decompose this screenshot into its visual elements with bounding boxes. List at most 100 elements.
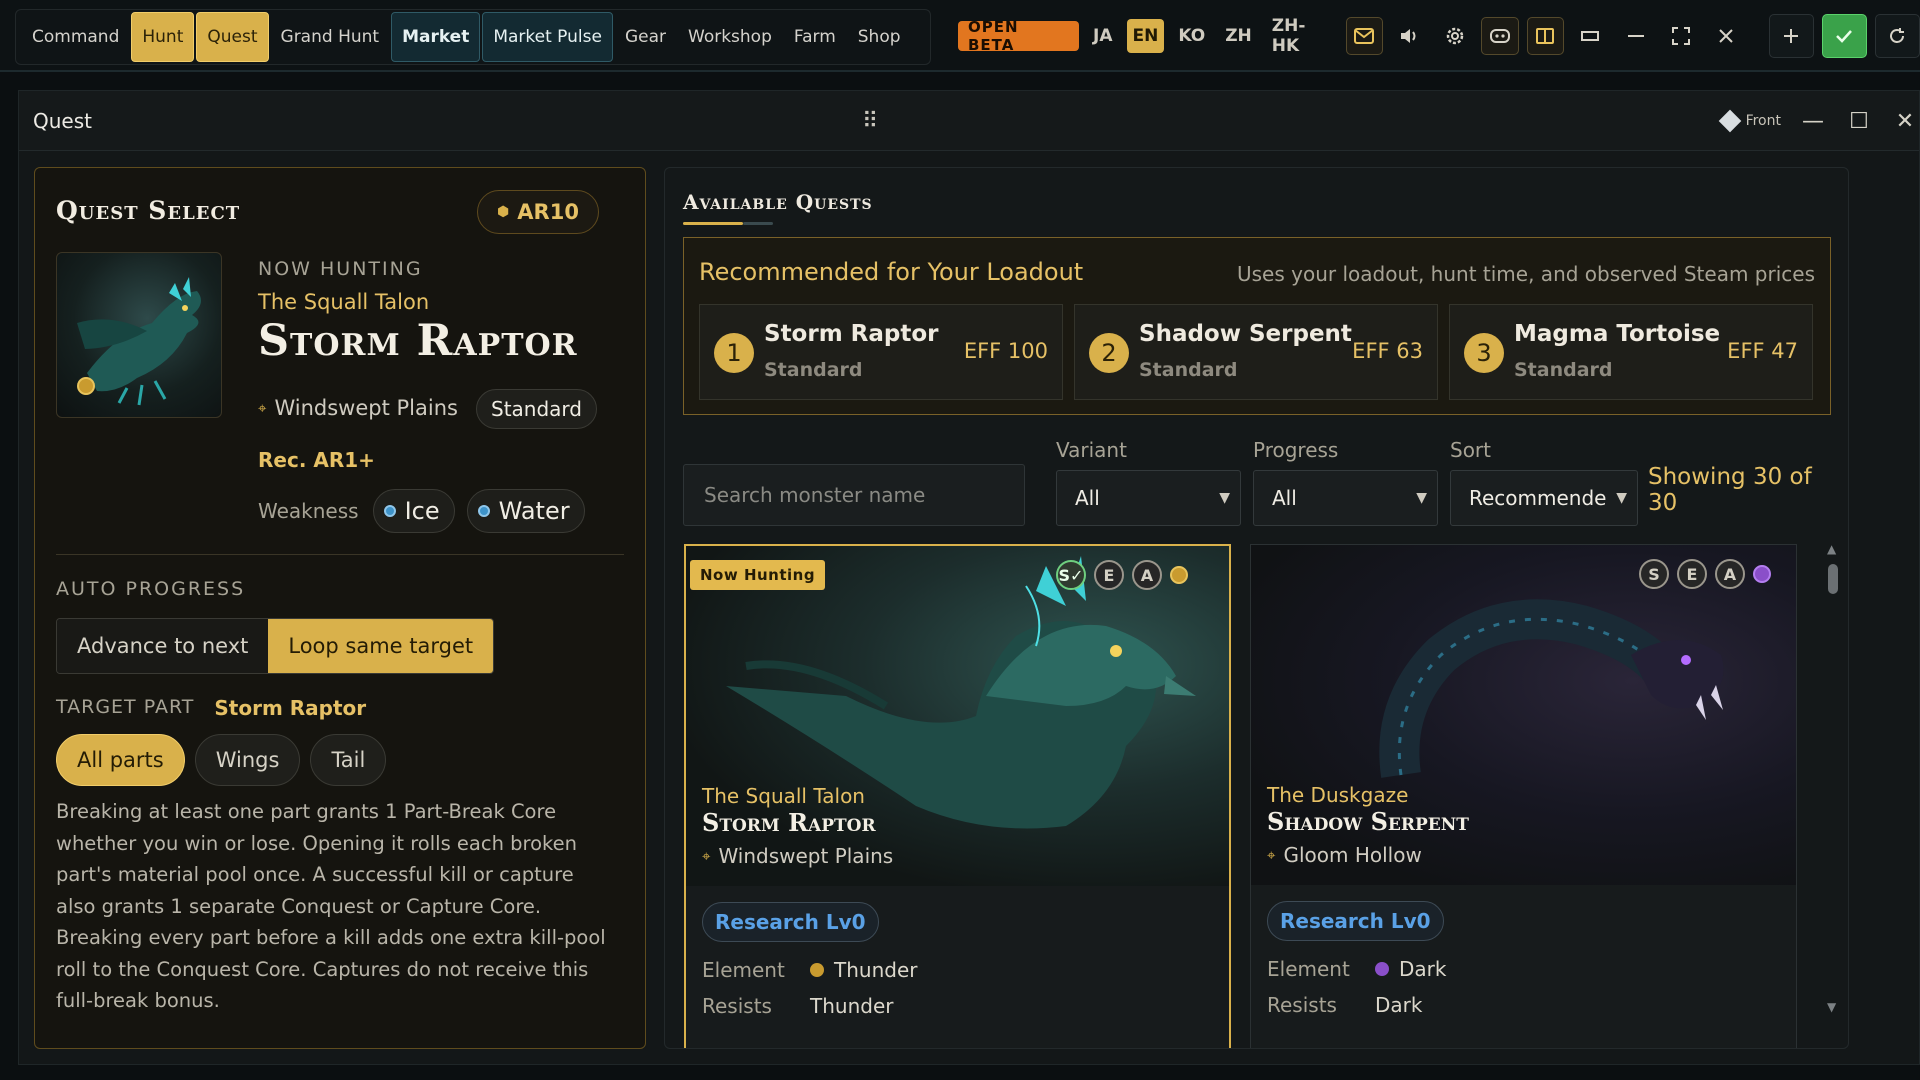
quest-select-panel: Quest Select ⬢ AR10 NOW HUNTING The Squa…: [34, 167, 646, 1049]
check-icon[interactable]: [1821, 14, 1867, 58]
resists-row: Resists Dark: [1267, 993, 1422, 1017]
fullscreen-icon[interactable]: [1662, 17, 1699, 55]
scroll-down-icon[interactable]: ▼: [1827, 1000, 1836, 1014]
nav-market[interactable]: Market: [391, 12, 481, 62]
sort-value: Recommende: [1469, 486, 1607, 510]
gear-icon[interactable]: [1436, 17, 1473, 55]
plus-icon[interactable]: [1768, 14, 1814, 58]
auto-progress-label: AUTO PROGRESS: [56, 578, 246, 600]
weakness-row: Weakness Ice Water: [258, 489, 585, 533]
window-close-icon[interactable]: ✕: [1891, 109, 1919, 134]
recommended-box: Recommended for Your Loadout Uses your l…: [683, 237, 1831, 415]
now-hunting-label: NOW HUNTING: [258, 258, 423, 280]
recommendation-card[interactable]: 1 Storm Raptor Standard EFF 100: [699, 304, 1063, 400]
progress-value: All: [1272, 486, 1297, 510]
location-pin-icon: ⌖: [1267, 846, 1276, 864]
front-label: Front: [1745, 113, 1781, 129]
recommendation-tier: Standard: [764, 359, 863, 381]
thunder-element-icon: [1170, 566, 1188, 584]
window-header[interactable]: Quest ⠿ Front — ☐ ✕: [19, 91, 1919, 151]
nav-hunt[interactable]: Hunt: [131, 12, 195, 62]
monster-search-input[interactable]: [683, 464, 1025, 526]
location-pin-icon: ⌖: [702, 847, 711, 865]
quest-card[interactable]: Now Hunting S✓ E A The Squall Talon Stor…: [684, 544, 1231, 1048]
lang-zh-hk[interactable]: ZH-HK: [1266, 16, 1338, 56]
nav-shop[interactable]: Shop: [848, 12, 911, 62]
quest-window: Quest ⠿ Front — ☐ ✕ Quest Select ⬢ AR10: [18, 90, 1920, 1065]
book-icon[interactable]: [1526, 17, 1564, 55]
auto-progress-toggle: Advance to next Loop same target: [56, 618, 495, 674]
nav-quest[interactable]: Quest: [196, 12, 269, 62]
scroll-up-icon[interactable]: ▲: [1827, 542, 1836, 556]
weakness-chip-ice: Ice: [372, 489, 455, 533]
sort-select[interactable]: Recommende ▼: [1450, 470, 1638, 526]
progress-select[interactable]: All ▼: [1253, 470, 1438, 526]
discord-icon[interactable]: [1481, 17, 1519, 55]
resists-row: Resists Thunder: [702, 994, 893, 1018]
lang-zh[interactable]: ZH: [1219, 19, 1258, 53]
part-wings-button[interactable]: Wings: [194, 734, 301, 786]
ar-label: AR10: [517, 200, 579, 224]
weakness-label: Weakness: [258, 499, 359, 523]
mail-icon[interactable]: [1345, 17, 1383, 55]
nav-gear[interactable]: Gear: [615, 12, 676, 62]
window-minimize-icon[interactable]: —: [1799, 109, 1827, 134]
open-beta-badge: OPEN BETA: [958, 18, 1080, 54]
rank-s-badge: S✓: [1056, 560, 1086, 590]
front-toggle[interactable]: Front: [1718, 109, 1781, 133]
available-quests-panel: Available Quests Recommended for Your Lo…: [664, 167, 1849, 1049]
recommendation-card[interactable]: 3 Magma Tortoise Standard EFF 47: [1449, 304, 1813, 400]
rank-e-badge: E: [1094, 560, 1124, 590]
recommendation-name: Storm Raptor: [764, 321, 939, 347]
variant-select[interactable]: All ▼: [1056, 470, 1241, 526]
speaker-icon[interactable]: [1391, 17, 1428, 55]
dark-element-icon: [1375, 962, 1389, 976]
recommendation-card[interactable]: 2 Shadow Serpent Standard EFF 63: [1074, 304, 1438, 400]
window-controls: Front — ☐ ✕: [1718, 101, 1919, 141]
nav-market-pulse[interactable]: Market Pulse: [482, 12, 613, 62]
resists-label: Resists: [1267, 993, 1337, 1017]
card-location-label: Gloom Hollow: [1283, 843, 1422, 867]
available-quests-heading: Available Quests: [683, 190, 873, 214]
research-level-badge: Research Lv0: [702, 902, 879, 942]
restore-icon[interactable]: [1572, 17, 1609, 55]
element-row: Element Dark: [1267, 957, 1446, 981]
minimize-icon[interactable]: [1617, 17, 1654, 55]
loop-same-target-button[interactable]: Loop same target: [268, 619, 494, 673]
monster-location: ⌖ Windswept Plains: [258, 396, 458, 420]
drag-handle-icon[interactable]: ⠿: [862, 109, 879, 134]
resists-label: Resists: [702, 994, 772, 1018]
nav-grand-hunt[interactable]: Grand Hunt: [271, 12, 390, 62]
target-part-row: TARGET PART Storm Raptor: [56, 696, 366, 720]
rank-a-badge: A: [1715, 559, 1745, 589]
quest-list-scrollbar[interactable]: ▲ ▼: [1825, 542, 1841, 1022]
target-part-label: TARGET PART: [56, 696, 195, 718]
chevron-down-icon: ▼: [1416, 490, 1427, 506]
part-tail-button[interactable]: Tail: [310, 734, 387, 786]
divider: [56, 554, 624, 555]
rank-a-badge: A: [1132, 560, 1162, 590]
nav-command[interactable]: Command: [22, 12, 129, 62]
quest-card[interactable]: S E A The Duskgaze Shadow Serpent ⌖ Gloo…: [1250, 544, 1797, 1048]
advance-to-next-button[interactable]: Advance to next: [57, 619, 269, 673]
rank-s-badge: S: [1639, 559, 1669, 589]
lang-ja[interactable]: JA: [1087, 19, 1118, 53]
window-maximize-icon[interactable]: ☐: [1845, 109, 1873, 134]
element-value: Thunder: [834, 958, 918, 982]
now-hunting-tag: Now Hunting: [690, 560, 826, 590]
recommended-ar: Rec. AR1+: [258, 448, 375, 472]
refresh-icon[interactable]: [1874, 14, 1920, 58]
scroll-thumb[interactable]: [1828, 564, 1838, 594]
heading-underline: [683, 222, 743, 225]
chevron-down-icon: ▼: [1219, 490, 1230, 506]
close-icon[interactable]: [1707, 17, 1744, 55]
recommended-note: Uses your loadout, hunt time, and observ…: [1237, 262, 1815, 286]
nav-farm[interactable]: Farm: [784, 12, 846, 62]
part-all-button[interactable]: All parts: [56, 734, 185, 786]
recommendation-eff: EFF 100: [963, 339, 1048, 363]
lang-en[interactable]: EN: [1126, 19, 1165, 53]
lang-ko[interactable]: KO: [1172, 19, 1211, 53]
nav-workshop[interactable]: Workshop: [678, 12, 782, 62]
window-title: Quest: [33, 109, 92, 133]
recommendation-tier: Standard: [1514, 359, 1613, 381]
